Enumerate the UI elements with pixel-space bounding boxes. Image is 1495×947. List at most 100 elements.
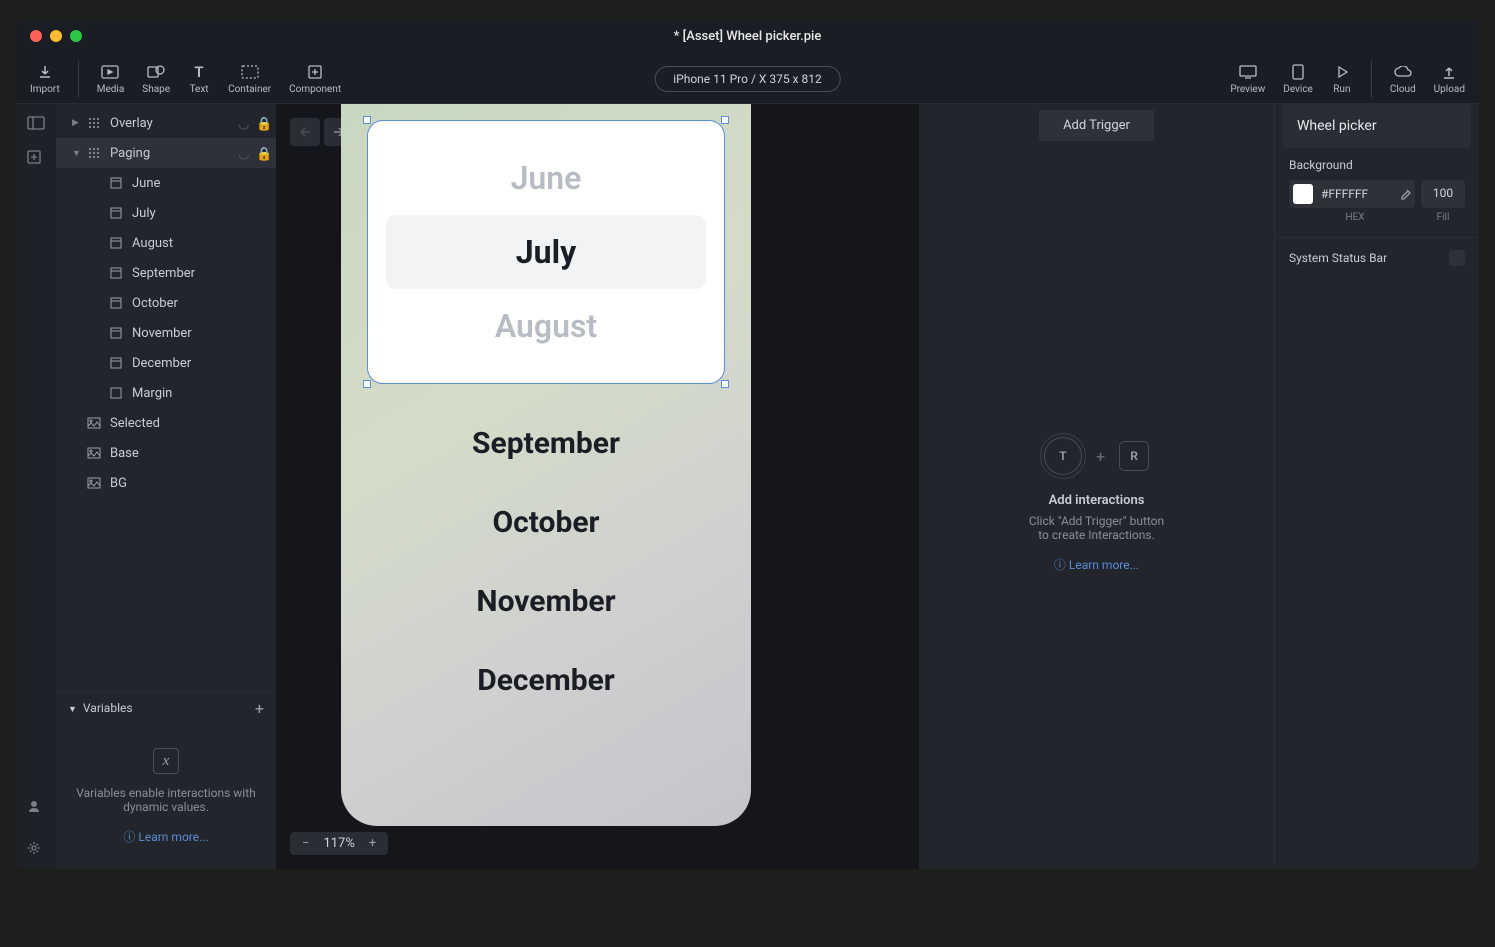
inspector-title: Wheel picker [1283, 104, 1471, 148]
layer-label: BG [110, 476, 127, 491]
media-button[interactable]: Media [97, 62, 125, 95]
layer-label: June [132, 176, 160, 191]
wheel-picker-card[interactable]: June July August [367, 120, 725, 384]
variables-desc: Variables enable interactions with dynam… [70, 786, 262, 814]
upload-button[interactable]: Upload [1434, 62, 1465, 95]
layer-selected[interactable]: Selected [56, 408, 276, 438]
settings-icon[interactable] [27, 841, 45, 859]
zoom-control: − 117% + [290, 832, 388, 855]
collapse-icon[interactable]: ▼ [72, 148, 86, 159]
device-selector[interactable]: iPhone 11 Pro / X 375 x 812 [654, 66, 841, 92]
color-swatch[interactable] [1293, 184, 1313, 204]
monitor-icon [1237, 62, 1259, 82]
preview-button[interactable]: Preview [1230, 62, 1265, 95]
add-variable-button[interactable]: + [255, 699, 264, 718]
selection-handle[interactable] [721, 380, 729, 388]
background-section: Background #FFFFFF 100 HEX Fill [1275, 158, 1479, 237]
canvas[interactable]: June July August September October Novem… [276, 104, 919, 869]
layer-november[interactable]: November [56, 318, 276, 348]
zoom-out-button[interactable]: − [298, 836, 313, 851]
grid-icon [86, 145, 102, 161]
rect-icon [108, 385, 124, 401]
zoom-value[interactable]: 117% [323, 836, 354, 851]
grid-icon [86, 115, 102, 131]
variables-header[interactable]: ▼Variables + [56, 692, 276, 724]
frame-icon [108, 265, 124, 281]
device-button[interactable]: Device [1283, 62, 1313, 95]
lock-icon[interactable]: 🔒 [256, 117, 268, 129]
layer-august[interactable]: August [56, 228, 276, 258]
frame-icon [108, 235, 124, 251]
visibility-icon[interactable]: ◡ [238, 117, 250, 129]
main-layout: ▶ Overlay ◡🔒 ▼ Paging ◡🔒 June July Augus… [16, 104, 1479, 869]
layer-label: Paging [110, 146, 150, 161]
color-input[interactable]: #FFFFFF [1289, 180, 1415, 208]
left-rail [16, 104, 56, 869]
month-july-selected[interactable]: July [386, 215, 706, 289]
shape-button[interactable]: Shape [142, 62, 170, 95]
month-october[interactable]: October [492, 483, 599, 562]
month-september[interactable]: September [472, 404, 620, 483]
zoom-in-button[interactable]: + [365, 836, 380, 851]
user-icon[interactable] [27, 799, 45, 817]
plus-icon: + [1096, 447, 1105, 466]
layers-panel: ▶ Overlay ◡🔒 ▼ Paging ◡🔒 June July Augus… [56, 104, 276, 869]
back-button[interactable] [290, 118, 320, 146]
cloud-icon [1392, 62, 1414, 82]
container-button[interactable]: Container [228, 62, 271, 95]
layer-margin[interactable]: Margin [56, 378, 276, 408]
hex-value[interactable]: #FFFFFF [1321, 187, 1391, 201]
layer-bg[interactable]: BG [56, 468, 276, 498]
layer-june[interactable]: June [56, 168, 276, 198]
month-august[interactable]: August [386, 289, 706, 363]
learn-more-link[interactable]: ⓘ Learn more... [123, 828, 208, 845]
frame-icon [108, 205, 124, 221]
shape-icon [145, 62, 167, 82]
layer-label: December [132, 356, 191, 371]
cloud-button[interactable]: Cloud [1390, 62, 1416, 95]
layer-september[interactable]: September [56, 258, 276, 288]
layer-july[interactable]: July [56, 198, 276, 228]
month-november[interactable]: November [476, 562, 615, 641]
text-button[interactable]: T Text [188, 62, 210, 95]
layer-october[interactable]: October [56, 288, 276, 318]
phone-icon [1287, 62, 1309, 82]
title-bar: * [Asset] Wheel picker.pie [16, 18, 1479, 54]
fill-input[interactable]: 100 [1421, 180, 1465, 208]
layer-paging[interactable]: ▼ Paging ◡ 🔒 [56, 138, 276, 168]
empty-title: Add interactions [1049, 493, 1145, 508]
add-trigger-button[interactable]: Add Trigger [1039, 110, 1154, 141]
response-icon: R [1119, 441, 1149, 471]
maximize-window-button[interactable] [70, 30, 82, 42]
status-bar-checkbox[interactable] [1449, 250, 1465, 266]
layer-base[interactable]: Base [56, 438, 276, 468]
layer-label: Base [110, 446, 139, 461]
media-icon [99, 62, 121, 82]
close-window-button[interactable] [30, 30, 42, 42]
lock-icon[interactable]: 🔒 [256, 147, 268, 159]
component-button[interactable]: Component [289, 62, 341, 95]
layer-december[interactable]: December [56, 348, 276, 378]
visibility-icon[interactable]: ◡ [238, 147, 250, 159]
layer-overlay[interactable]: ▶ Overlay ◡🔒 [56, 108, 276, 138]
hex-sublabel: HEX [1289, 212, 1421, 223]
expand-icon[interactable]: ▶ [72, 118, 86, 128]
minimize-window-button[interactable] [50, 30, 62, 42]
run-button[interactable]: Run [1331, 62, 1353, 95]
learn-more-link[interactable]: ⓘ Learn more... [1054, 556, 1139, 573]
svg-text:T: T [194, 64, 203, 80]
eyedropper-icon[interactable] [1399, 188, 1411, 200]
status-bar-row: System Status Bar [1275, 237, 1479, 278]
variables-empty: x Variables enable interactions with dyn… [56, 724, 276, 869]
month-december[interactable]: December [477, 641, 615, 720]
month-june[interactable]: June [386, 141, 706, 215]
traffic-lights [30, 30, 82, 42]
selection-handle[interactable] [363, 380, 371, 388]
selection-handle[interactable] [721, 116, 729, 124]
artboard[interactable]: June July August September October Novem… [341, 104, 751, 826]
add-page-icon[interactable] [27, 150, 45, 168]
import-button[interactable]: Import [30, 62, 60, 95]
image-icon [86, 475, 102, 491]
panels-icon[interactable] [27, 116, 45, 134]
selection-handle[interactable] [363, 116, 371, 124]
